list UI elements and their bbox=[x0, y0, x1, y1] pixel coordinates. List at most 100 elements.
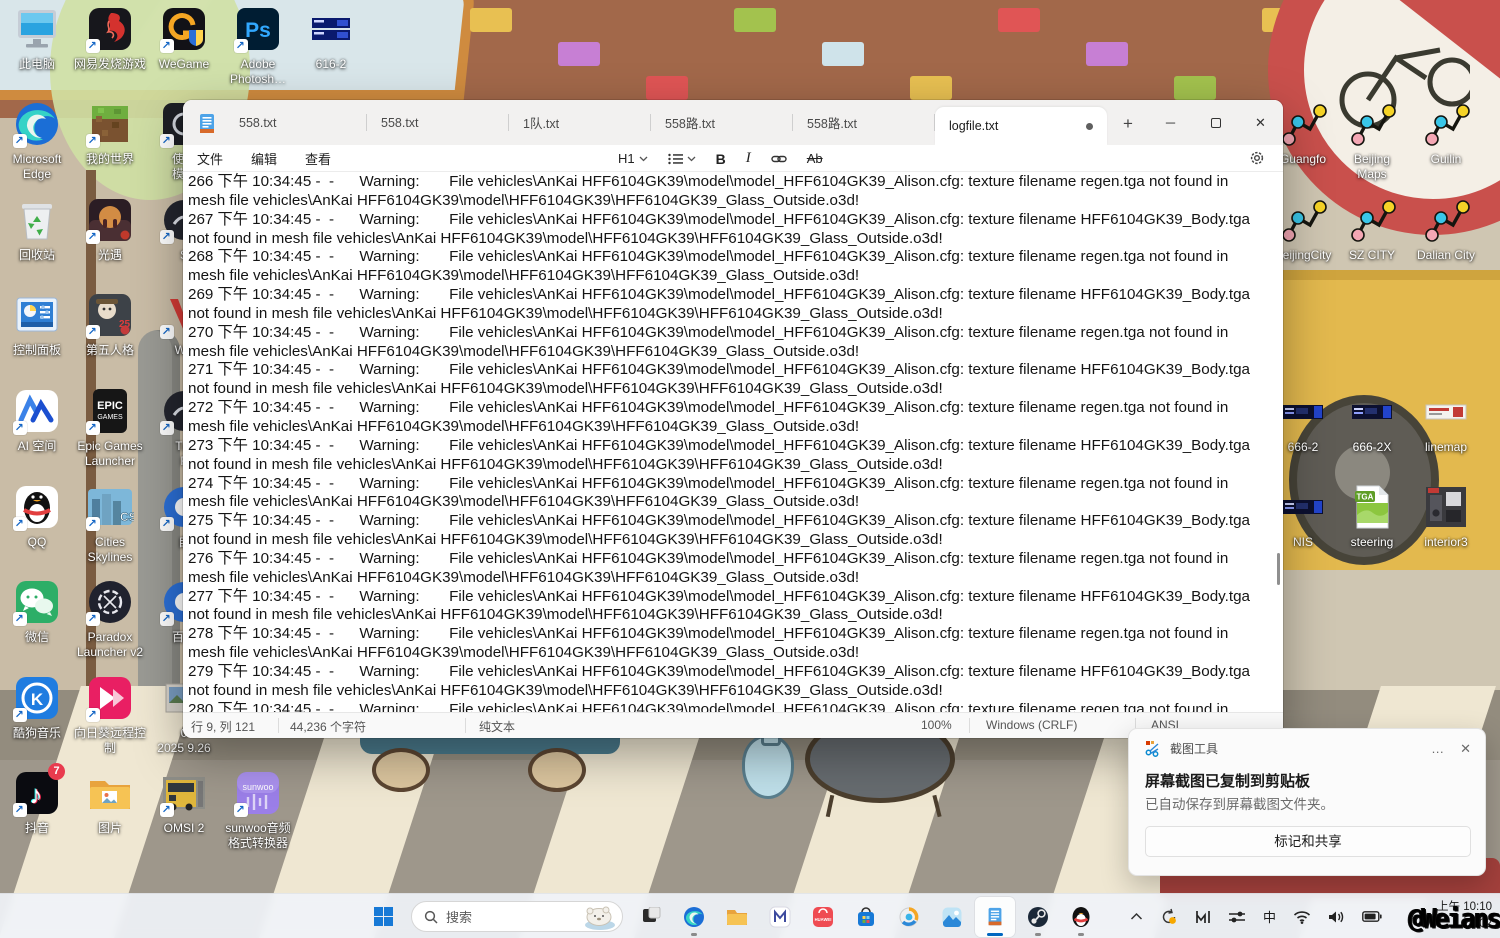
desktop-icon-label: 我的世界 bbox=[73, 152, 147, 167]
desktop-icon-dalian-city[interactable]: Dalian City bbox=[1409, 196, 1483, 263]
taskbar-item-huawei-store[interactable]: HUAWEI bbox=[803, 897, 843, 937]
desktop-icon-sz-city[interactable]: SZ CITY bbox=[1335, 196, 1409, 263]
ime-indicator[interactable]: 中 bbox=[1263, 907, 1276, 926]
bold-button[interactable]: B bbox=[716, 151, 726, 167]
taskbar-item-explorer[interactable] bbox=[717, 897, 757, 937]
desktop-icon-omsi2[interactable]: OMSI 2 bbox=[147, 769, 221, 836]
start-button[interactable] bbox=[363, 897, 403, 937]
shortcut-arrow-icon bbox=[86, 134, 100, 148]
desktop-icon-qq[interactable]: QQ bbox=[0, 483, 74, 550]
desktop-icon-ai-space[interactable]: AI 空间 bbox=[0, 387, 74, 454]
desktop-icon-netease[interactable]: 网易发烧游戏 bbox=[73, 5, 147, 72]
clear-format-button[interactable]: Ab bbox=[807, 151, 823, 166]
status-line-ending[interactable]: Windows (CRLF) bbox=[986, 718, 1077, 732]
edge-icon bbox=[13, 100, 61, 148]
desktop-icon-sky[interactable]: 光遇 bbox=[73, 196, 147, 263]
desktop-icon-minecraft[interactable]: 我的世界 bbox=[73, 100, 147, 167]
desktop-icon-pictures[interactable]: 图片 bbox=[73, 769, 147, 836]
paradox-icon bbox=[86, 578, 134, 626]
desktop-icon-wegame[interactable]: WeGame bbox=[147, 5, 221, 72]
desktop-icon-wechat[interactable]: 微信 bbox=[0, 578, 74, 645]
close-button[interactable]: ✕ bbox=[1238, 100, 1283, 145]
shortcut-arrow-icon bbox=[160, 325, 174, 339]
taskbar-item-steam[interactable] bbox=[1018, 897, 1058, 937]
desktop-icon-douyin[interactable]: ♪♪♪7 抖音 bbox=[0, 769, 74, 836]
desktop-icon-label: Cities Skylines bbox=[73, 535, 147, 564]
desktop-icon-cities[interactable]: CS Cities Skylines bbox=[73, 483, 147, 564]
svg-text:HUAWEI: HUAWEI bbox=[815, 917, 832, 922]
desktop-icon-recycle[interactable]: 回收站 bbox=[0, 196, 74, 263]
maximize-button[interactable] bbox=[1193, 100, 1238, 145]
menu-edit[interactable]: 编辑 bbox=[237, 149, 291, 168]
volume-icon[interactable] bbox=[1328, 910, 1345, 924]
menu-file[interactable]: 文件 bbox=[183, 149, 237, 168]
desktop-icon-label: interior3 bbox=[1409, 535, 1483, 550]
status-zoom-level[interactable]: 100% bbox=[921, 718, 952, 732]
search-input[interactable]: 搜索 bbox=[411, 901, 623, 932]
desktop-icon-linemap[interactable]: linemap bbox=[1409, 388, 1483, 455]
heading-dropdown[interactable]: H1 bbox=[618, 151, 648, 166]
notepad-tab-active[interactable]: logfile.txt bbox=[935, 107, 1107, 145]
italic-button[interactable]: I bbox=[746, 150, 751, 167]
shortcut-arrow-icon bbox=[13, 517, 27, 531]
notepad-editor[interactable]: 266 下午 10:34:45 - - Warning: File vehicl… bbox=[183, 172, 1283, 712]
desktop-icon-sunwoo[interactable]: sunwoo sunwoo音频 格式转换器 bbox=[221, 769, 295, 850]
nis-icon bbox=[1279, 483, 1327, 531]
desktop-icon-sunflower[interactable]: 向日葵远程控制 bbox=[73, 674, 147, 755]
desktop-icon-edge[interactable]: Microsoft Edge bbox=[0, 100, 74, 181]
taskbar-item-taskview[interactable] bbox=[631, 897, 671, 937]
new-tab-button[interactable]: + bbox=[1111, 107, 1145, 141]
chevron-down-icon bbox=[687, 156, 696, 162]
notepad-tab-3[interactable]: 1队.txt bbox=[509, 100, 651, 145]
vertical-scrollbar[interactable] bbox=[1277, 553, 1280, 585]
notepad-titlebar[interactable]: 558.txt558.txt1队.txt558路.txt558路.txtlogf… bbox=[183, 100, 1283, 145]
taskbar-item-edge[interactable] bbox=[674, 897, 714, 937]
format-toolbar: H1 B I Ab bbox=[618, 145, 823, 172]
link-button[interactable] bbox=[771, 152, 787, 166]
desktop-icon-paradox[interactable]: Paradox Launcher v2 bbox=[73, 578, 147, 659]
gear-icon[interactable] bbox=[1249, 150, 1265, 166]
desktop-icon-epic[interactable]: EPICGAMES Epic Games Launcher bbox=[73, 387, 147, 468]
taskbar-item-ms-store[interactable] bbox=[846, 897, 886, 937]
taskbar-item-qq[interactable] bbox=[1061, 897, 1101, 937]
notification-subtitle: 已自动保存到屏幕截图文件夹。 bbox=[1129, 792, 1485, 814]
tray-m-icon[interactable] bbox=[1195, 910, 1211, 924]
notification-more-button[interactable]: … bbox=[1431, 741, 1444, 757]
desktop-icon-guilin[interactable]: Guilin bbox=[1409, 100, 1483, 167]
shortcut-arrow-icon bbox=[160, 517, 174, 531]
desktop-icon-file-616-2[interactable]: 616-2 bbox=[294, 5, 368, 72]
taskbar-item-gear-app[interactable] bbox=[889, 897, 929, 937]
desktop-icon-label: Beijing Maps bbox=[1335, 152, 1409, 181]
tray-chevron-up-icon[interactable] bbox=[1130, 912, 1143, 921]
markup-share-button[interactable]: 标记和共享 bbox=[1145, 826, 1471, 857]
desktop-icon-photoshop[interactable]: Ps Adobe Photosh… bbox=[221, 5, 295, 86]
taskbar-item-m-app[interactable] bbox=[760, 897, 800, 937]
minimize-button[interactable]: ─ bbox=[1148, 100, 1193, 145]
tray-toggles-icon[interactable] bbox=[1228, 910, 1246, 924]
tray-update-icon[interactable] bbox=[1160, 908, 1178, 926]
taskbar-item-notepad[interactable] bbox=[975, 897, 1015, 937]
log-line: 278 下午 10:34:45 - - Warning: File vehicl… bbox=[188, 625, 1265, 663]
notepad-tab-4[interactable]: 558路.txt bbox=[651, 100, 793, 145]
desktop-icon-interior3[interactable]: interior3 bbox=[1409, 483, 1483, 550]
desktop-icon-cpanel[interactable]: 控制面板 bbox=[0, 291, 74, 358]
notepad-tab-5[interactable]: 558路.txt bbox=[793, 100, 935, 145]
desktop-icon-label: 图片 bbox=[73, 821, 147, 836]
desktop-icon-idv[interactable]: 25 第五人格 bbox=[73, 291, 147, 358]
notepad-tab-2[interactable]: 558.txt bbox=[367, 100, 509, 145]
desktop-icon-steering[interactable]: TGA steering bbox=[1335, 483, 1409, 550]
battery-icon[interactable] bbox=[1362, 911, 1382, 922]
taskbar-item-photos[interactable] bbox=[932, 897, 972, 937]
log-line: 271 下午 10:34:45 - - Warning: File vehicl… bbox=[188, 361, 1265, 399]
wifi-icon[interactable] bbox=[1293, 910, 1311, 924]
desktop-icon-this-pc[interactable]: 此电脑 bbox=[0, 5, 74, 72]
desktop-icon-label: 酷狗音乐 bbox=[0, 726, 74, 741]
list-dropdown[interactable] bbox=[668, 153, 696, 165]
desktop-icon-beijing-maps[interactable]: Beijing Maps bbox=[1335, 100, 1409, 181]
desktop-icon-kugou[interactable]: K 酷狗音乐 bbox=[0, 674, 74, 741]
menu-view[interactable]: 查看 bbox=[291, 149, 345, 168]
notepad-tab-1[interactable]: 558.txt bbox=[225, 100, 367, 145]
desktop-icon-file-666-2x[interactable]: 666-2X bbox=[1335, 388, 1409, 455]
desktop-icon-label: linemap bbox=[1409, 440, 1483, 455]
notification-close-button[interactable]: ✕ bbox=[1460, 741, 1471, 757]
